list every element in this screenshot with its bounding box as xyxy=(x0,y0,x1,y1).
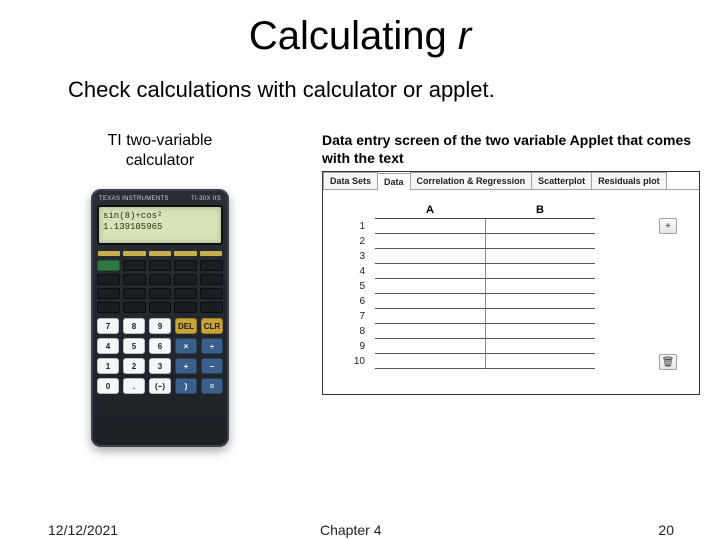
footer-date: 12/12/2021 xyxy=(48,522,118,538)
applet-tabs: Data Sets Data Correlation & Regression … xyxy=(323,172,699,190)
cell-b[interactable] xyxy=(485,264,595,279)
grid-row: 8 xyxy=(369,324,683,339)
tab-scatterplot[interactable]: Scatterplot xyxy=(531,172,592,189)
calculator-image: TEXAS INSTRUMENTS TI-30X IIS sin(8)+cos²… xyxy=(91,189,229,447)
column-a-header: A xyxy=(375,204,485,219)
calc-key-del: DEL xyxy=(175,318,197,334)
cell-b[interactable] xyxy=(485,294,595,309)
applet-caption: Data entry screen of the two variable Ap… xyxy=(322,131,700,171)
grid-row: 7 xyxy=(369,309,683,324)
cell-a[interactable] xyxy=(375,249,485,264)
calc-key-4: 4 xyxy=(97,338,119,354)
tab-data[interactable]: Data xyxy=(377,173,411,190)
right-column: Data entry screen of the two variable Ap… xyxy=(322,131,700,447)
tab-data-sets[interactable]: Data Sets xyxy=(323,172,378,189)
calc-key-neg: (−) xyxy=(149,378,171,394)
grid-row: 10 xyxy=(369,354,683,369)
column-b-header: B xyxy=(485,204,595,219)
calc-key-0: 0 xyxy=(97,378,119,394)
grid-row: 1 xyxy=(369,219,683,234)
grid-header: A B xyxy=(375,204,683,219)
calc-top-rows xyxy=(97,260,223,313)
cell-b[interactable] xyxy=(485,219,595,234)
grid-row: 5 xyxy=(369,279,683,294)
calculator-caption: TI two-variable calculator xyxy=(108,131,213,171)
title-text: Calculating xyxy=(249,14,458,58)
applet-toolbar: + 🗑 xyxy=(659,218,677,370)
calc-key-5: 5 xyxy=(123,338,145,354)
cell-a[interactable] xyxy=(375,219,485,234)
cell-a[interactable] xyxy=(375,264,485,279)
calc-key-3: 3 xyxy=(149,358,171,374)
cell-a[interactable] xyxy=(375,354,485,369)
tab-correlation-regression[interactable]: Correlation & Regression xyxy=(410,172,533,189)
cell-a[interactable] xyxy=(375,339,485,354)
grid-row: 9 xyxy=(369,339,683,354)
calc-key-plus: + xyxy=(175,358,197,374)
calc-key-multiply: × xyxy=(175,338,197,354)
calc-key-minus: − xyxy=(201,358,223,374)
grid-row: 6 xyxy=(369,294,683,309)
cell-a[interactable] xyxy=(375,324,485,339)
slide-subtitle: Check calculations with calculator or ap… xyxy=(0,59,720,103)
trash-icon[interactable]: 🗑 xyxy=(659,354,677,370)
cell-b[interactable] xyxy=(485,249,595,264)
grid-rows: 1 2 3 4 5 6 7 8 9 10 xyxy=(369,219,683,369)
calc-fn-strip xyxy=(97,251,223,256)
calc-key-9: 9 xyxy=(149,318,171,334)
footer-chapter: Chapter 4 xyxy=(320,522,381,538)
calc-key-clear: CLR xyxy=(201,318,223,334)
cell-a[interactable] xyxy=(375,294,485,309)
cell-b[interactable] xyxy=(485,279,595,294)
calc-numpad: 7 8 9 DEL CLR 4 5 6 × ÷ 1 2 3 + − 0 . (−… xyxy=(97,318,223,439)
tab-residuals-plot[interactable]: Residuals plot xyxy=(591,172,667,189)
grid-row: 3 xyxy=(369,249,683,264)
calc-key-divide: ÷ xyxy=(201,338,223,354)
cell-b[interactable] xyxy=(485,324,595,339)
calc-key-paren: ) xyxy=(175,378,197,394)
calc-key-8: 8 xyxy=(123,318,145,334)
calc-key-dot: . xyxy=(123,378,145,394)
cell-a[interactable] xyxy=(375,309,485,324)
slide-title: Calculating r xyxy=(0,0,720,59)
calc-2nd-button xyxy=(97,260,120,271)
add-variable-icon[interactable]: + xyxy=(659,218,677,234)
cell-b[interactable] xyxy=(485,309,595,324)
title-variable: r xyxy=(458,14,471,58)
cell-b[interactable] xyxy=(485,354,595,369)
cell-a[interactable] xyxy=(375,234,485,249)
calc-key-enter: = xyxy=(201,378,223,394)
left-column: TI two-variable calculator TEXAS INSTRUM… xyxy=(60,131,260,447)
calc-key-7: 7 xyxy=(97,318,119,334)
calc-key-2: 2 xyxy=(123,358,145,374)
applet-body: A B 1 2 3 4 5 6 7 8 9 10 + 🗑 xyxy=(323,190,699,377)
cell-b[interactable] xyxy=(485,234,595,249)
cell-b[interactable] xyxy=(485,339,595,354)
calculator-brand: TEXAS INSTRUMENTS TI-30X IIS xyxy=(97,195,223,205)
calc-key-1: 1 xyxy=(97,358,119,374)
content-area: TI two-variable calculator TEXAS INSTRUM… xyxy=(0,103,720,447)
footer-page-number: 20 xyxy=(658,522,674,538)
grid-row: 2 xyxy=(369,234,683,249)
calculator-screen: sin(8)+cos² 1.139105965 xyxy=(97,205,223,245)
cell-a[interactable] xyxy=(375,279,485,294)
applet-screenshot: Data Sets Data Correlation & Regression … xyxy=(322,171,700,395)
calc-key-6: 6 xyxy=(149,338,171,354)
grid-row: 4 xyxy=(369,264,683,279)
